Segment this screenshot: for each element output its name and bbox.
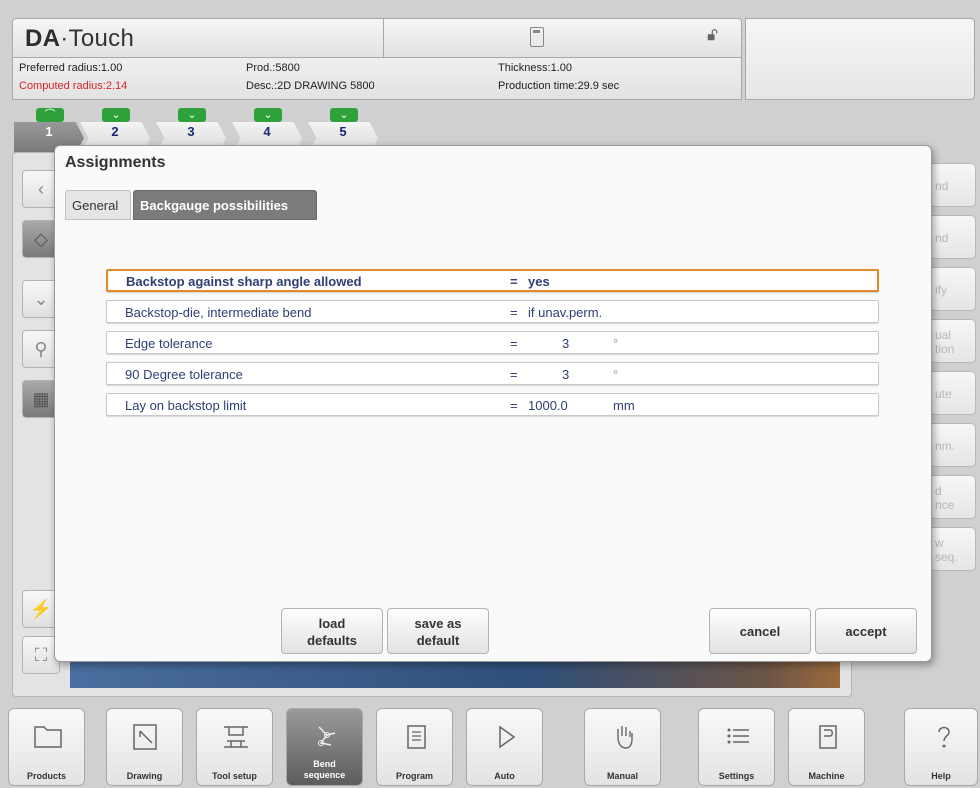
help-icon	[938, 726, 950, 748]
nav-drawing[interactable]: Drawing	[106, 708, 183, 786]
app-logo: DA·Touch	[25, 25, 135, 52]
dialog-title: Assignments	[65, 154, 166, 171]
press-tool-icon	[224, 726, 248, 748]
header-divider	[383, 19, 384, 57]
param-label: Backstop-die, intermediate bend	[125, 305, 312, 320]
bend-up-icon: ⌒	[36, 108, 64, 122]
bend-down-icon: ⌄	[178, 108, 206, 122]
header-bar: DA·Touch	[12, 18, 742, 58]
param-unit: mm	[613, 398, 635, 413]
bend-down-icon: ⌄	[330, 108, 358, 122]
nav-settings[interactable]: Settings	[698, 708, 775, 786]
nav-program[interactable]: Program	[376, 708, 453, 786]
param-label: Lay on backstop limit	[125, 398, 247, 413]
play-icon	[499, 725, 516, 749]
assignments-dialog: Assignments General Backgauge possibilit…	[54, 145, 932, 662]
param-value: yes	[528, 274, 550, 289]
param-value: 3	[562, 336, 570, 351]
nav-manual[interactable]: Manual	[584, 708, 661, 786]
cancel-button[interactable]: cancel	[709, 608, 811, 654]
param-row-edge-tolerance[interactable]: Edge tolerance = 3 °	[106, 331, 879, 354]
param-label: Backstop against sharp angle allowed	[126, 274, 362, 289]
folder-icon	[34, 726, 62, 748]
param-unit: °	[613, 336, 619, 351]
param-eq: =	[510, 274, 518, 289]
nav-bend-sequence[interactable]: Bend sequence	[286, 708, 363, 786]
param-row-backstop-die[interactable]: Backstop-die, intermediate bend = if una…	[106, 300, 879, 323]
nav-products[interactable]: Products	[8, 708, 85, 786]
tab-backgauge-possibilities[interactable]: Backgauge possibilities	[133, 190, 317, 220]
thickness: Thickness:1.00	[498, 62, 572, 74]
param-row-sharp-angle[interactable]: Backstop against sharp angle allowed = y…	[106, 269, 879, 292]
param-label: Edge tolerance	[125, 336, 213, 351]
hand-icon	[617, 726, 633, 749]
param-eq: =	[510, 367, 518, 382]
param-value: 1000.0	[528, 398, 568, 413]
accept-button[interactable]: accept	[815, 608, 917, 654]
program-icon	[407, 725, 426, 749]
graphic-banner	[70, 660, 840, 688]
prod-number: Prod.:5800	[246, 62, 300, 74]
nav-tool-setup[interactable]: Tool setup	[196, 708, 273, 786]
param-eq: =	[510, 336, 518, 351]
param-unit: °	[613, 367, 619, 382]
calculator-icon[interactable]	[530, 27, 544, 47]
param-row-lay-on-backstop-limit[interactable]: Lay on backstop limit = 1000.0 mm	[106, 393, 879, 416]
bend-sequence-icon	[318, 726, 336, 746]
param-value: 3	[562, 367, 570, 382]
machine-icon	[819, 725, 837, 749]
settings-list-icon	[727, 728, 749, 744]
param-row-90-degree-tolerance[interactable]: 90 Degree tolerance = 3 °	[106, 362, 879, 385]
param-label: 90 Degree tolerance	[125, 367, 243, 382]
nav-help[interactable]: Help	[904, 708, 978, 786]
nav-machine[interactable]: Machine	[788, 708, 865, 786]
header-right-panel	[745, 18, 975, 100]
save-as-default-button[interactable]: save as default	[387, 608, 489, 654]
product-description: Desc.:2D DRAWING 5800	[246, 80, 375, 92]
tab-general[interactable]: General	[65, 190, 131, 220]
bend-down-icon: ⌄	[254, 108, 282, 122]
unlock-icon[interactable]	[706, 29, 720, 41]
nav-auto[interactable]: Auto	[466, 708, 543, 786]
production-time: Production time:29.9 sec	[498, 80, 620, 92]
bottom-navigation: Products Drawing Tool setup Bend sequence…	[0, 704, 980, 788]
product-info: Preferred radius:1.00 Computed radius:2.…	[12, 58, 742, 100]
bend-down-icon: ⌄	[102, 108, 130, 122]
preferred-radius: Preferred radius:1.00	[19, 62, 123, 74]
param-value: if unav.perm.	[528, 305, 603, 320]
param-eq: =	[510, 398, 518, 413]
computed-radius: Computed radius:2.14	[19, 80, 128, 92]
load-defaults-button[interactable]: load defaults	[281, 608, 383, 654]
drawing-icon	[133, 724, 157, 750]
param-eq: =	[510, 305, 518, 320]
